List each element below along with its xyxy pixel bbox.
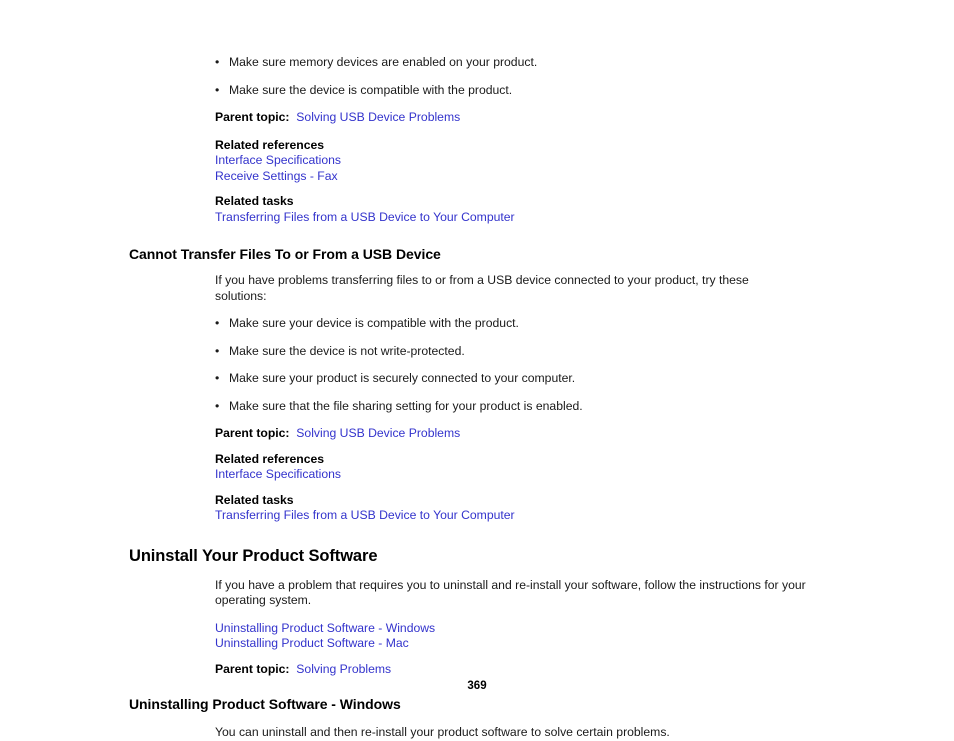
list-item-text: Make sure your device is compatible with… (229, 316, 519, 330)
list-item-text: Make sure your product is securely conne… (229, 371, 576, 385)
section3-intro-paragraph: If you have a problem that requires you … (215, 577, 806, 608)
bullet-icon: • (215, 82, 220, 97)
parent-topic-link[interactable]: Solving USB Device Problems (296, 426, 460, 440)
bullet-icon: • (215, 55, 220, 69)
parent-topic-link[interactable]: Solving USB Device Problems (296, 110, 460, 124)
section4-intro-paragraph: You can uninstall and then re-install yo… (215, 725, 670, 739)
list-item: • Make sure memory devices are enabled o… (215, 55, 889, 71)
list-item-text: Make sure the device is compatible with … (229, 82, 513, 97)
child-topic-link-mac[interactable]: Uninstalling Product Software - Mac (215, 636, 409, 650)
parent-topic-label: Parent topic: (215, 661, 290, 676)
related-reference-link[interactable]: Interface Specifications (215, 467, 341, 481)
parent-topic-label: Parent topic: (215, 426, 290, 440)
list-item: • Make sure the device is not write-prot… (215, 344, 889, 360)
page-number: 369 (467, 680, 487, 692)
child-topic-row: Uninstalling Product Software - Mac (215, 636, 889, 652)
related-task-link[interactable]: Transferring Files from a USB Device to … (215, 210, 515, 224)
parent-topic-label: Parent topic: (215, 110, 290, 124)
bullet-icon: • (215, 316, 220, 330)
list-item: • Make sure your device is compatible wi… (215, 316, 889, 332)
related-reference-link[interactable]: Receive Settings - Fax (215, 169, 338, 183)
section-heading-cannot-transfer-files: Cannot Transfer Files To or From a USB D… (129, 246, 441, 262)
related-reference-row: Interface Specifications (215, 153, 889, 169)
bullet-icon: • (215, 343, 220, 358)
child-topic-link-windows[interactable]: Uninstalling Product Software - Windows (215, 621, 435, 635)
related-task-row: Transferring Files from a USB Device to … (215, 508, 889, 524)
parent-topic-line: Parent topic: Solving Problems (215, 662, 889, 678)
section-cannot-transfer-files: Cannot Transfer Files To or From a USB D… (129, 245, 889, 524)
section4-indent-body: You can uninstall and then re-install yo… (215, 725, 889, 741)
related-references-label: Related references (215, 451, 325, 466)
related-reference-link[interactable]: Interface Specifications (215, 153, 341, 167)
parent-topic-line: Parent topic: Solving USB Device Problem… (215, 426, 889, 442)
section-cannot-view-usb: • Make sure memory devices are enabled o… (129, 55, 889, 225)
parent-topic-line: Parent topic: Solving USB Device Problem… (215, 110, 889, 126)
child-topic-row: Uninstalling Product Software - Windows (215, 621, 889, 637)
section1-bullet-list: • Make sure memory devices are enabled o… (215, 55, 889, 98)
section1-indent-body: • Make sure memory devices are enabled o… (215, 55, 889, 225)
document-page: • Make sure memory devices are enabled o… (0, 0, 954, 741)
parent-topic-link[interactable]: Solving Problems (296, 662, 391, 676)
section3-indent-body: If you have a problem that requires you … (215, 578, 889, 678)
related-task-link[interactable]: Transferring Files from a USB Device to … (215, 508, 515, 522)
section-heading-uninstalling-product-software-windows: Uninstalling Product Software - Windows (129, 696, 401, 712)
list-item: • Make sure that the file sharing settin… (215, 399, 889, 415)
section2-intro-paragraph: If you have problems transferring files … (215, 273, 749, 303)
section-uninstall-your-product-software: Uninstall Your Product Software If you h… (129, 546, 889, 678)
section-uninstalling-product-software-windows: Uninstalling Product Software - Windows … (129, 695, 889, 741)
related-references-label: Related references (215, 137, 325, 152)
related-reference-row: Receive Settings - Fax (215, 169, 889, 185)
section2-bullet-list: • Make sure your device is compatible wi… (215, 316, 889, 414)
list-item: • Make sure your product is securely con… (215, 371, 889, 387)
related-tasks-label: Related tasks (215, 194, 294, 208)
related-task-row: Transferring Files from a USB Device to … (215, 210, 889, 226)
bullet-icon: • (215, 398, 220, 413)
page-content: • Make sure memory devices are enabled o… (129, 55, 889, 741)
related-reference-row: Interface Specifications (215, 467, 889, 483)
related-tasks-label: Related tasks (215, 492, 294, 507)
section2-indent-body: If you have problems transferring files … (215, 273, 889, 524)
list-item-text: Make sure that the file sharing setting … (229, 398, 583, 413)
list-item-text: Make sure memory devices are enabled on … (229, 55, 538, 69)
list-item: • Make sure the device is compatible wit… (215, 83, 889, 99)
section-heading-uninstall-your-product-software: Uninstall Your Product Software (129, 546, 378, 565)
bullet-icon: • (215, 371, 220, 385)
list-item-text: Make sure the device is not write-protec… (229, 343, 465, 358)
